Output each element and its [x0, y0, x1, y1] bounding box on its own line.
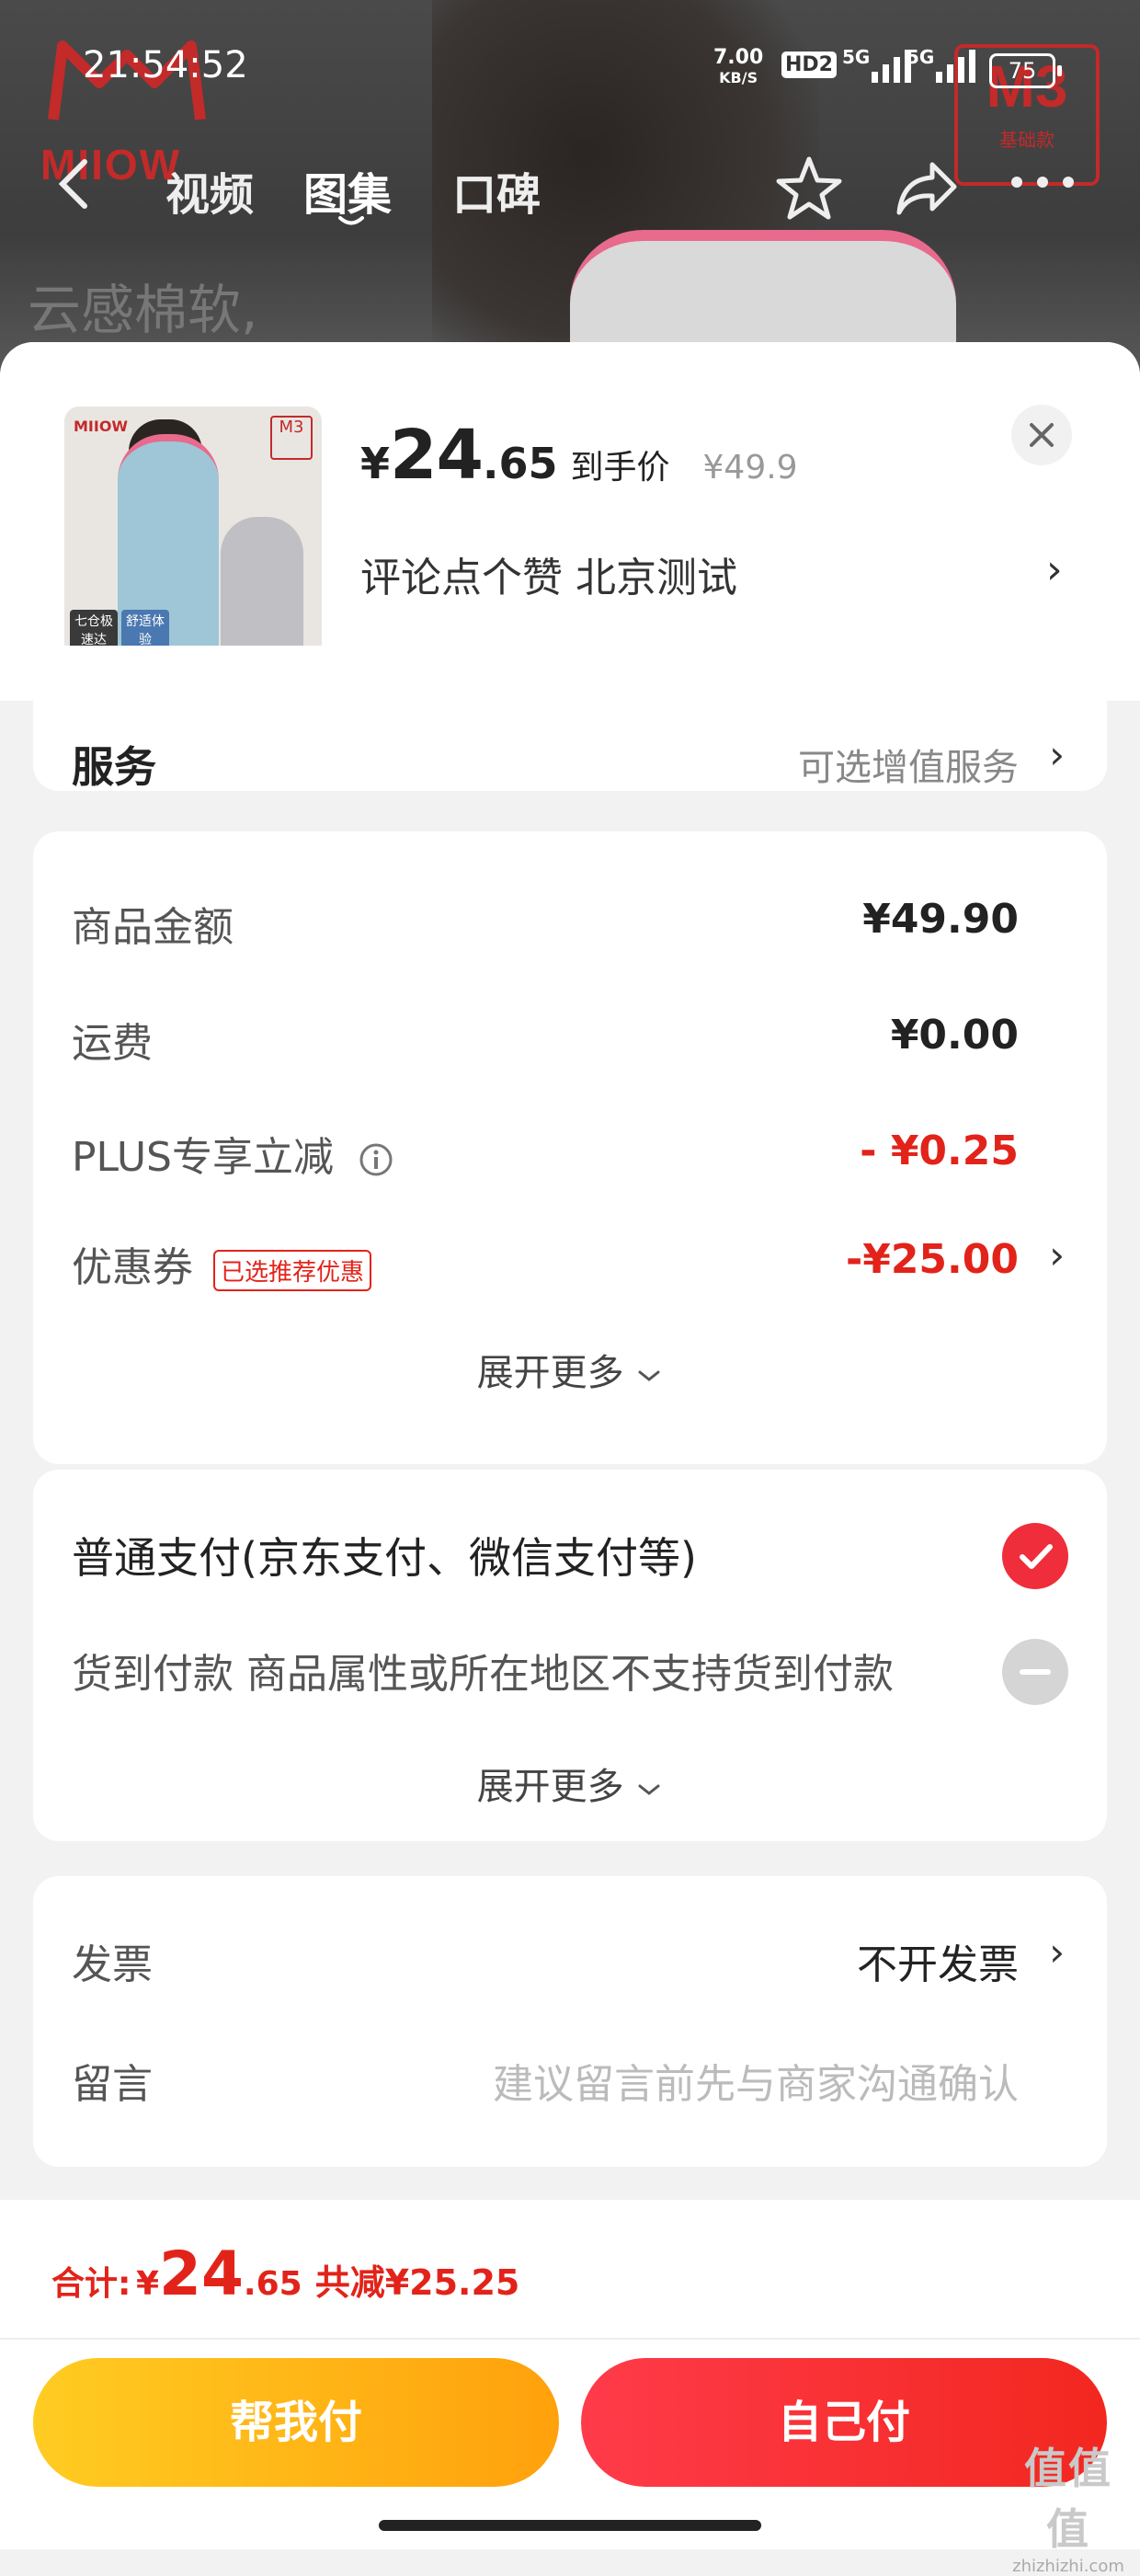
coupon-tag: 已选推荐优惠: [213, 1249, 372, 1291]
chevron-right-icon[interactable]: ›: [1046, 546, 1063, 593]
network-speed-unit: KB/S: [719, 69, 758, 86]
total-currency: ¥: [135, 2265, 160, 2303]
cost-value-coupon[interactable]: -¥25.00: [846, 1236, 1019, 1283]
original-price: ¥49.9: [702, 449, 798, 487]
price-decimal: .65: [483, 439, 558, 488]
invoice-label: 发票: [72, 1941, 153, 1988]
price-integer: 24: [390, 416, 484, 495]
tab-video[interactable]: 视频: [165, 158, 254, 223]
plus-discount-label: PLUS专享立减: [72, 1134, 334, 1181]
payment-online-radio[interactable]: [1002, 1523, 1068, 1589]
cost-value-plus: - ¥0.25: [860, 1128, 1019, 1174]
more-icon[interactable]: [1006, 164, 1079, 200]
total-label: 合计:: [51, 2265, 131, 2303]
close-button[interactable]: [1011, 405, 1072, 465]
share-icon[interactable]: [890, 152, 963, 225]
thumb-brand: MIIOW: [74, 418, 129, 435]
divider: [0, 2338, 1140, 2340]
sim1-label: 5G: [842, 46, 871, 68]
price-label: 到手价: [570, 449, 670, 487]
chevron-right-icon: ›: [1049, 732, 1065, 777]
message-label: 留言: [72, 2061, 153, 2108]
close-icon: [1030, 423, 1054, 447]
tab-gallery[interactable]: 图集: [303, 158, 392, 223]
total-saving: 共减¥25.25: [314, 2262, 520, 2303]
cost-label-shipping: 运费: [72, 1020, 153, 1067]
total-integer: 24: [159, 2238, 244, 2309]
cost-value-subtotal: ¥49.90: [862, 896, 1019, 943]
message-input[interactable]: 建议留言前先与商家沟通确认: [493, 2051, 1019, 2110]
battery-icon: 75: [989, 53, 1062, 88]
checkout-bottom-bar: 合计: ¥24.65 共减¥25.25 帮我付 自己付: [0, 2200, 1140, 2549]
chevron-right-icon[interactable]: ›: [1049, 1929, 1065, 1975]
product-subtitle[interactable]: 评论点个赞 北京测试: [360, 544, 737, 603]
payment-cod-radio: [1002, 1639, 1068, 1705]
watermark-logo: 值值值: [1024, 2444, 1112, 2554]
network-speed-value: 7.00: [713, 46, 764, 69]
chevron-down-icon: [638, 1370, 660, 1381]
info-icon[interactable]: [358, 1141, 394, 1178]
chevron-right-icon[interactable]: ›: [1049, 1232, 1065, 1277]
home-indicator[interactable]: [379, 2520, 761, 2531]
back-arrow-icon[interactable]: [55, 156, 92, 212]
total-decimal: .65: [243, 2265, 302, 2303]
cost-label-plus: PLUS专享立减: [72, 1124, 394, 1183]
sim2-label: 5G: [906, 46, 935, 68]
price-currency: ¥: [360, 439, 391, 488]
thumb-model-2: [221, 517, 303, 664]
service-card[interactable]: 服务 可选增值服务 ›: [33, 646, 1107, 792]
expand-label: 展开更多: [476, 1766, 624, 1808]
product-price: ¥24.65 到手价 ¥49.9: [360, 416, 798, 495]
watermark-url: zhizhizhi.com: [1012, 2557, 1124, 2576]
tab-reviews[interactable]: 口碑: [452, 158, 541, 223]
status-time: 21:54:52: [83, 44, 248, 86]
watermark: 值值值 zhizhizhi.com: [1004, 2435, 1133, 2576]
service-title: 服务: [72, 742, 156, 792]
extras-card: 发票 不开发票 › 留言 建议留言前先与商家沟通确认: [33, 1876, 1107, 2167]
payment-card: 普通支付(京东支付、微信支付等) 货到付款 商品属性或所在地区不支持货到付款 展…: [33, 1470, 1107, 1841]
minus-icon: [1020, 1669, 1051, 1675]
order-total: 合计: ¥24.65 共减¥25.25: [51, 2238, 519, 2309]
active-tab-indicator: [338, 216, 364, 225]
hero-tagline: 云感棉软,: [28, 279, 258, 341]
star-favorite-icon[interactable]: [772, 152, 846, 225]
cost-label-subtotal: 商品金额: [72, 904, 234, 951]
invoice-value[interactable]: 不开发票: [857, 1931, 1019, 1990]
chevron-down-icon: [638, 1784, 660, 1795]
network-speed: 7.00 KB/S: [713, 48, 763, 88]
cost-label-coupon[interactable]: 优惠券 已选推荐优惠: [72, 1234, 372, 1293]
cost-card: 商品金额 ¥49.90 运费 ¥0.00 PLUS专享立减 - ¥0.25 优惠…: [33, 831, 1107, 1464]
thumb-badge: M3: [270, 416, 313, 460]
service-option: 可选增值服务: [798, 747, 1019, 789]
payment-option-online[interactable]: 普通支付(京东支付、微信支付等): [72, 1525, 697, 1586]
hd-badge: HD2: [781, 52, 837, 78]
check-icon: [1020, 1544, 1053, 1569]
payment-option-cod: 货到付款 商品属性或所在地区不支持货到付款: [72, 1651, 894, 1698]
badge-small-text: 基础款: [999, 129, 1054, 151]
cost-value-shipping: ¥0.00: [890, 1012, 1019, 1059]
expand-more-payment[interactable]: 展开更多: [33, 1757, 1107, 1810]
product-thumbnail: MIIOW M3 七仓极速达 舒适体验: [64, 406, 322, 664]
coupon-label: 优惠券: [72, 1244, 193, 1291]
expand-label: 展开更多: [476, 1352, 624, 1394]
expand-more-costs[interactable]: 展开更多: [33, 1343, 1107, 1396]
product-hero-background: MIIOW M3 基础款 云感棉软, 21:54:52 7.00 KB/S HD…: [0, 0, 1140, 386]
help-pay-button[interactable]: 帮我付: [33, 2358, 559, 2487]
